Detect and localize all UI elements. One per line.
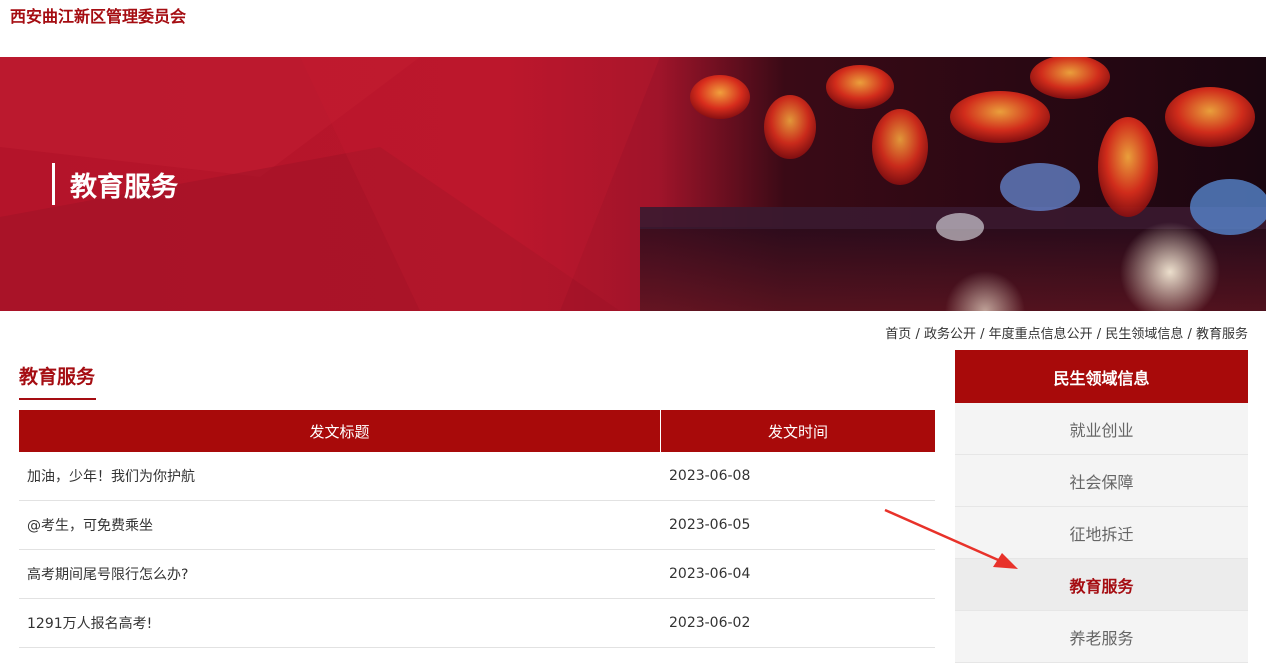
sidebar-item-elderly-care[interactable]: 养老服务 [955,611,1248,663]
sidebar-item-employment[interactable]: 就业创业 [955,403,1248,455]
breadcrumb-separator: / [1183,327,1196,342]
site-title[interactable]: 西安曲江新区管理委员会 [10,3,186,27]
table-header: 发文标题 发文时间 [19,410,935,452]
article-title-link[interactable]: 加油，少年！我们为你护航 [19,452,660,500]
section-title: 教育服务 [19,366,96,388]
article-date: 2023-06-02 [669,615,751,631]
breadcrumb-separator: / [975,327,989,342]
column-header-date: 发文时间 [767,422,828,441]
table-row[interactable]: 加油，少年！我们为你护航 2023-06-08 [19,452,935,501]
breadcrumb-separator: / [911,327,924,342]
article-title-link[interactable]: @考生，可免费乘坐 [19,501,660,549]
article-table: 发文标题 发文时间 加油，少年！我们为你护航 2023-06-08 @考生，可免… [19,410,935,648]
breadcrumb-livelihood[interactable]: 民生领域信息 [1105,327,1183,342]
breadcrumb-separator: / [1092,327,1106,342]
table-row[interactable]: @考生，可免费乘坐 2023-06-05 [19,501,935,550]
breadcrumb-annual-info[interactable]: 年度重点信息公开 [989,327,1093,342]
breadcrumb-current[interactable]: 教育服务 [1196,327,1248,342]
banner-decor [0,57,1266,311]
table-row[interactable]: 高考期间尾号限行怎么办? 2023-06-04 [19,550,935,599]
column-header-title: 发文标题 [19,410,661,452]
banner-title-bar [52,163,55,205]
section-underline [19,398,96,400]
article-date: 2023-06-08 [669,468,751,484]
breadcrumb-gov-affairs[interactable]: 政务公开 [924,327,976,342]
article-title-link[interactable]: 1291万人报名高考! [19,599,660,647]
banner-title: 教育服务 [70,172,178,203]
breadcrumb-home[interactable]: 首页 [885,327,911,342]
site-header: 西安曲江新区管理委员会 [0,0,1266,57]
sidebar-item-social-security[interactable]: 社会保障 [955,455,1248,507]
article-title-link[interactable]: 高考期间尾号限行怎么办? [19,550,660,598]
annotation-arrow-icon [884,508,1018,569]
sidebar-heading: 民生领域信息 [955,350,1248,403]
page-banner: 教育服务 [0,57,1266,311]
breadcrumb: 首页 / 政务公开 / 年度重点信息公开 / 民生领域信息 / 教育服务 [885,323,1248,342]
table-row[interactable]: 1291万人报名高考! 2023-06-02 [19,599,935,648]
